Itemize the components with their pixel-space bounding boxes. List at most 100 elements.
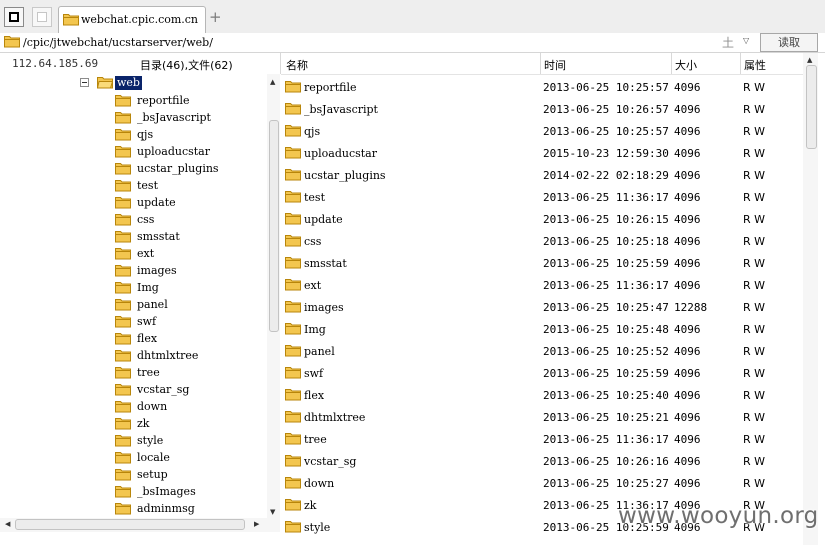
tree-node-label[interactable]: test bbox=[137, 179, 158, 192]
panel-toggle-button[interactable] bbox=[4, 7, 24, 27]
read-button[interactable]: 读取 bbox=[760, 33, 818, 52]
folder-icon bbox=[115, 418, 131, 430]
tree-node-label[interactable]: qjs bbox=[137, 128, 153, 141]
table-row[interactable]: _bsJavascript 2013-06-25 10:26:57 4096 R W bbox=[281, 97, 803, 119]
table-row[interactable]: css 2013-06-25 10:25:18 4096 R W bbox=[281, 229, 803, 251]
table-row[interactable]: panel 2013-06-25 10:25:52 4096 R W bbox=[281, 339, 803, 361]
column-header-attr[interactable]: 属性 bbox=[744, 57, 766, 73]
new-tab-button[interactable]: + bbox=[209, 8, 222, 26]
window-button[interactable] bbox=[32, 7, 52, 27]
tree-node-label[interactable]: uploaducstar bbox=[137, 145, 210, 158]
scroll-thumb[interactable] bbox=[15, 519, 245, 530]
scroll-thumb[interactable] bbox=[806, 65, 817, 149]
file-name[interactable]: style bbox=[304, 521, 330, 534]
table-row[interactable]: qjs 2013-06-25 10:25:57 4096 R W bbox=[281, 119, 803, 141]
tree-node-label[interactable]: down bbox=[137, 400, 167, 413]
file-name[interactable]: swf bbox=[304, 367, 323, 380]
tree-node-label[interactable]: Img bbox=[137, 281, 159, 294]
table-row[interactable]: uploaducstar 2015-10-23 12:59:30 4096 R W bbox=[281, 141, 803, 163]
file-name[interactable]: qjs bbox=[304, 125, 320, 138]
table-row[interactable]: flex 2013-06-25 10:25:40 4096 R W bbox=[281, 383, 803, 405]
table-row[interactable]: ucstar_plugins 2014-02-22 02:18:29 4096 R W bbox=[281, 163, 803, 185]
address-bar[interactable]: /cpic/jtwebchat/ucstarserver/web/ 土 ▽ bbox=[0, 33, 825, 53]
file-name[interactable]: update bbox=[304, 213, 343, 226]
table-row[interactable]: tree 2013-06-25 11:36:17 4096 R W bbox=[281, 427, 803, 449]
tree-node-label[interactable]: flex bbox=[137, 332, 157, 345]
table-row[interactable]: Img 2013-06-25 10:25:48 4096 R W bbox=[281, 317, 803, 339]
file-name[interactable]: smsstat bbox=[304, 257, 347, 270]
file-name[interactable]: ucstar_plugins bbox=[304, 169, 386, 182]
table-row[interactable]: vcstar_sg 2013-06-25 10:26:16 4096 R W bbox=[281, 449, 803, 471]
column-header-time[interactable]: 时间 bbox=[544, 57, 566, 73]
scroll-right-icon[interactable]: ▶ bbox=[254, 520, 259, 528]
tree-node-label[interactable]: vcstar_sg bbox=[137, 383, 189, 396]
scroll-up-icon[interactable]: ▲ bbox=[807, 56, 812, 64]
dropdown-icon[interactable]: ▽ bbox=[743, 36, 749, 45]
tree-node-label[interactable]: swf bbox=[137, 315, 156, 328]
tree-node-label[interactable]: ucstar_plugins bbox=[137, 162, 219, 175]
tree-node-label[interactable]: images bbox=[137, 264, 177, 277]
folder-icon bbox=[285, 521, 301, 533]
column-divider[interactable] bbox=[671, 53, 672, 74]
table-row[interactable]: down 2013-06-25 10:25:27 4096 R W bbox=[281, 471, 803, 493]
tree-node-label[interactable]: panel bbox=[137, 298, 168, 311]
file-attr: R W bbox=[743, 477, 766, 490]
column-divider[interactable] bbox=[540, 53, 541, 74]
tree-node-label[interactable]: adminmsg bbox=[137, 502, 195, 515]
file-name[interactable]: css bbox=[304, 235, 321, 248]
tree-vertical-scrollbar[interactable]: ▲ ▼ bbox=[267, 74, 280, 518]
file-name[interactable]: vcstar_sg bbox=[304, 455, 356, 468]
tree-node-label[interactable]: dhtmlxtree bbox=[137, 349, 198, 362]
tree-node-label[interactable]: smsstat bbox=[137, 230, 180, 243]
file-name[interactable]: dhtmlxtree bbox=[304, 411, 365, 424]
tree-node-label[interactable]: setup bbox=[137, 468, 168, 481]
file-name[interactable]: Img bbox=[304, 323, 326, 336]
collapse-icon[interactable] bbox=[80, 78, 89, 87]
scroll-left-icon[interactable]: ◀ bbox=[5, 520, 10, 528]
file-name[interactable]: tree bbox=[304, 433, 327, 446]
file-name[interactable]: flex bbox=[304, 389, 324, 402]
scroll-up-icon[interactable]: ▲ bbox=[270, 78, 275, 86]
tree-node-label[interactable]: zk bbox=[137, 417, 149, 430]
table-row[interactable]: ext 2013-06-25 11:36:17 4096 R W bbox=[281, 273, 803, 295]
file-name[interactable]: _bsJavascript bbox=[304, 103, 378, 116]
column-header-size[interactable]: 大小 bbox=[675, 57, 697, 73]
table-row[interactable]: dhtmlxtree 2013-06-25 10:25:21 4096 R W bbox=[281, 405, 803, 427]
tree-node-label[interactable]: css bbox=[137, 213, 154, 226]
table-row[interactable]: smsstat 2013-06-25 10:25:59 4096 R W bbox=[281, 251, 803, 273]
file-name[interactable]: uploaducstar bbox=[304, 147, 377, 160]
file-name[interactable]: down bbox=[304, 477, 334, 490]
file-name[interactable]: test bbox=[304, 191, 325, 204]
tree-node-label[interactable]: tree bbox=[137, 366, 160, 379]
table-row[interactable]: test 2013-06-25 11:36:17 4096 R W bbox=[281, 185, 803, 207]
file-attr: R W bbox=[743, 125, 766, 138]
column-divider[interactable] bbox=[280, 53, 281, 74]
folder-icon bbox=[115, 163, 131, 175]
tree-node-label[interactable]: ext bbox=[137, 247, 154, 260]
tree-node-label[interactable]: style bbox=[137, 434, 163, 447]
tab-webchat[interactable]: webchat.cpic.com.cn bbox=[58, 6, 206, 33]
column-divider[interactable] bbox=[740, 53, 741, 74]
tree-node-label[interactable]: reportfile bbox=[137, 94, 189, 107]
table-row[interactable]: reportfile 2013-06-25 10:25:57 4096 R W bbox=[281, 75, 803, 97]
table-row[interactable]: update 2013-06-25 10:26:15 4096 R W bbox=[281, 207, 803, 229]
tree-node-label[interactable]: _bsJavascript bbox=[137, 111, 211, 124]
tree-root-label[interactable]: web bbox=[115, 76, 142, 90]
tree-node-label[interactable]: locale bbox=[137, 451, 170, 464]
file-name[interactable]: reportfile bbox=[304, 81, 356, 94]
file-name[interactable]: panel bbox=[304, 345, 335, 358]
column-header-name[interactable]: 名称 bbox=[286, 57, 308, 73]
file-list-scrollbar[interactable]: ▲ bbox=[803, 53, 818, 545]
file-name[interactable]: ext bbox=[304, 279, 321, 292]
table-row[interactable]: images 2013-06-25 10:25:47 12288 R W bbox=[281, 295, 803, 317]
scroll-thumb[interactable] bbox=[269, 120, 279, 332]
scroll-down-icon[interactable]: ▼ bbox=[270, 508, 275, 516]
address-path[interactable]: /cpic/jtwebchat/ucstarserver/web/ bbox=[23, 36, 213, 49]
tree-node-label[interactable]: _bsImages bbox=[137, 485, 196, 498]
file-name[interactable]: images bbox=[304, 301, 344, 314]
file-name[interactable]: zk bbox=[304, 499, 316, 512]
table-row[interactable]: swf 2013-06-25 10:25:59 4096 R W bbox=[281, 361, 803, 383]
tree-header: 112.64.185.69 目录(46),文件(62) bbox=[0, 53, 280, 75]
tree-node-label[interactable]: update bbox=[137, 196, 176, 209]
tree-horizontal-scrollbar[interactable]: ◀ ▶ bbox=[0, 518, 280, 532]
